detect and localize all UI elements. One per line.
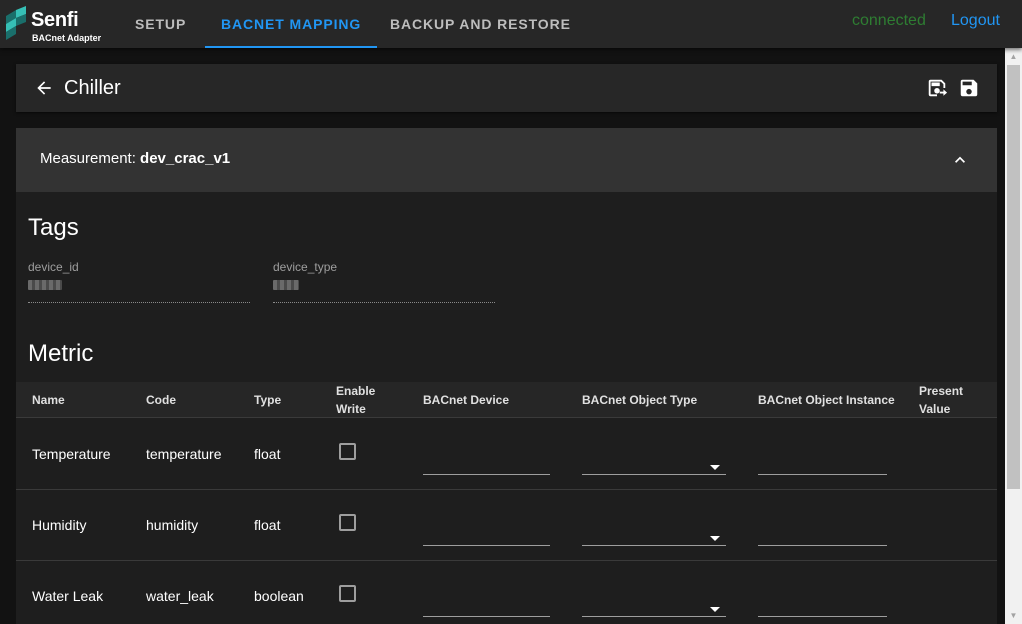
logout-link[interactable]: Logout xyxy=(951,12,1000,30)
metric-code: water_leak xyxy=(146,588,214,604)
tab-bacnet-mapping[interactable]: BACNET MAPPING xyxy=(204,0,378,48)
table-row: Humidity humidity float xyxy=(16,490,997,561)
redacted-value xyxy=(28,280,62,290)
column-header-name: Name xyxy=(32,393,65,407)
column-header-code: Code xyxy=(146,393,176,407)
scrollbar-thumb[interactable] xyxy=(1007,65,1020,489)
bacnet-device-input[interactable] xyxy=(423,457,550,475)
scroll-up-arrow-icon[interactable]: ▲ xyxy=(1005,48,1022,65)
connection-status: connected xyxy=(852,12,926,29)
enable-write-checkbox[interactable] xyxy=(339,514,356,531)
app-bar: Senfi BACnet Adapter SETUP BACNET MAPPIN… xyxy=(0,0,1022,48)
metric-code: temperature xyxy=(146,446,222,462)
arrow-back-icon[interactable] xyxy=(34,78,54,98)
brand-name: Senfi xyxy=(31,9,79,31)
column-header-bacnet-object-type: BACnet Object Type xyxy=(582,393,698,407)
bacnet-object-instance-input[interactable] xyxy=(758,599,887,617)
tag-field-device-id[interactable]: device_id xyxy=(28,260,250,308)
column-header-present-value: Present Value xyxy=(919,384,964,416)
vertical-scrollbar[interactable]: ▲ ▼ xyxy=(1005,48,1022,624)
table-row: Water Leak water_leak boolean xyxy=(16,561,997,624)
bacnet-object-instance-input[interactable] xyxy=(758,528,887,546)
bacnet-object-instance-input[interactable] xyxy=(758,457,887,475)
caret-down-icon xyxy=(710,607,720,612)
metric-name: Humidity xyxy=(32,517,87,533)
column-header-type: Type xyxy=(254,393,282,407)
enable-write-checkbox[interactable] xyxy=(339,585,356,602)
bacnet-device-input[interactable] xyxy=(423,599,550,617)
caret-down-icon xyxy=(710,536,720,541)
bacnet-object-type-select[interactable] xyxy=(582,528,726,546)
scroll-down-arrow-icon[interactable]: ▼ xyxy=(1005,607,1022,624)
column-header-bacnet-object-instance: BACnet Object Instance xyxy=(758,393,895,407)
brand-subtitle: BACnet Adapter xyxy=(32,33,102,43)
measurement-panel: Measurement: dev_crac_v1 Tags device_id … xyxy=(16,128,997,624)
save-as-icon[interactable] xyxy=(926,77,948,99)
save-icon[interactable] xyxy=(958,77,980,99)
metric-type: float xyxy=(254,517,281,533)
metric-type: float xyxy=(254,446,281,462)
column-header-enable-write: Enable Write xyxy=(336,384,376,416)
tab-backup-and-restore[interactable]: BACKUP AND RESTORE xyxy=(390,0,571,48)
metric-type: boolean xyxy=(254,588,304,604)
measurement-accordion-header[interactable]: Measurement: dev_crac_v1 xyxy=(16,128,997,192)
redacted-value xyxy=(273,280,299,290)
field-underline xyxy=(28,302,250,303)
senfi-logo xyxy=(6,6,26,40)
enable-write-checkbox[interactable] xyxy=(339,443,356,460)
chevron-up-icon[interactable] xyxy=(950,150,970,170)
field-underline xyxy=(273,302,495,303)
measurement-label: Measurement: dev_crac_v1 xyxy=(40,150,230,168)
tab-setup[interactable]: SETUP xyxy=(135,0,186,48)
bacnet-object-type-select[interactable] xyxy=(582,599,726,617)
table-row: Temperature temperature float xyxy=(16,419,997,490)
column-header-bacnet-device: BACnet Device xyxy=(423,393,510,407)
metric-code: humidity xyxy=(146,517,199,533)
metric-title: Metric xyxy=(28,340,94,367)
caret-down-icon xyxy=(710,465,720,470)
bacnet-object-type-select[interactable] xyxy=(582,457,726,475)
tags-title: Tags xyxy=(28,214,79,241)
tag-label-device-id: device_id xyxy=(28,260,79,274)
metric-table-header: Name Code Type Enable Write BACnet Devic… xyxy=(16,382,997,418)
metric-name: Water Leak xyxy=(32,588,104,604)
measurement-label-text: Measurement: xyxy=(40,150,136,167)
bacnet-device-input[interactable] xyxy=(423,528,550,546)
tag-label-device-type: device_type xyxy=(273,260,338,274)
measurement-value: dev_crac_v1 xyxy=(140,150,231,167)
page-header: Chiller xyxy=(16,64,997,112)
tag-field-device-type[interactable]: device_type xyxy=(273,260,495,308)
metric-name: Temperature xyxy=(32,446,111,462)
page-title: Chiller xyxy=(64,77,121,99)
